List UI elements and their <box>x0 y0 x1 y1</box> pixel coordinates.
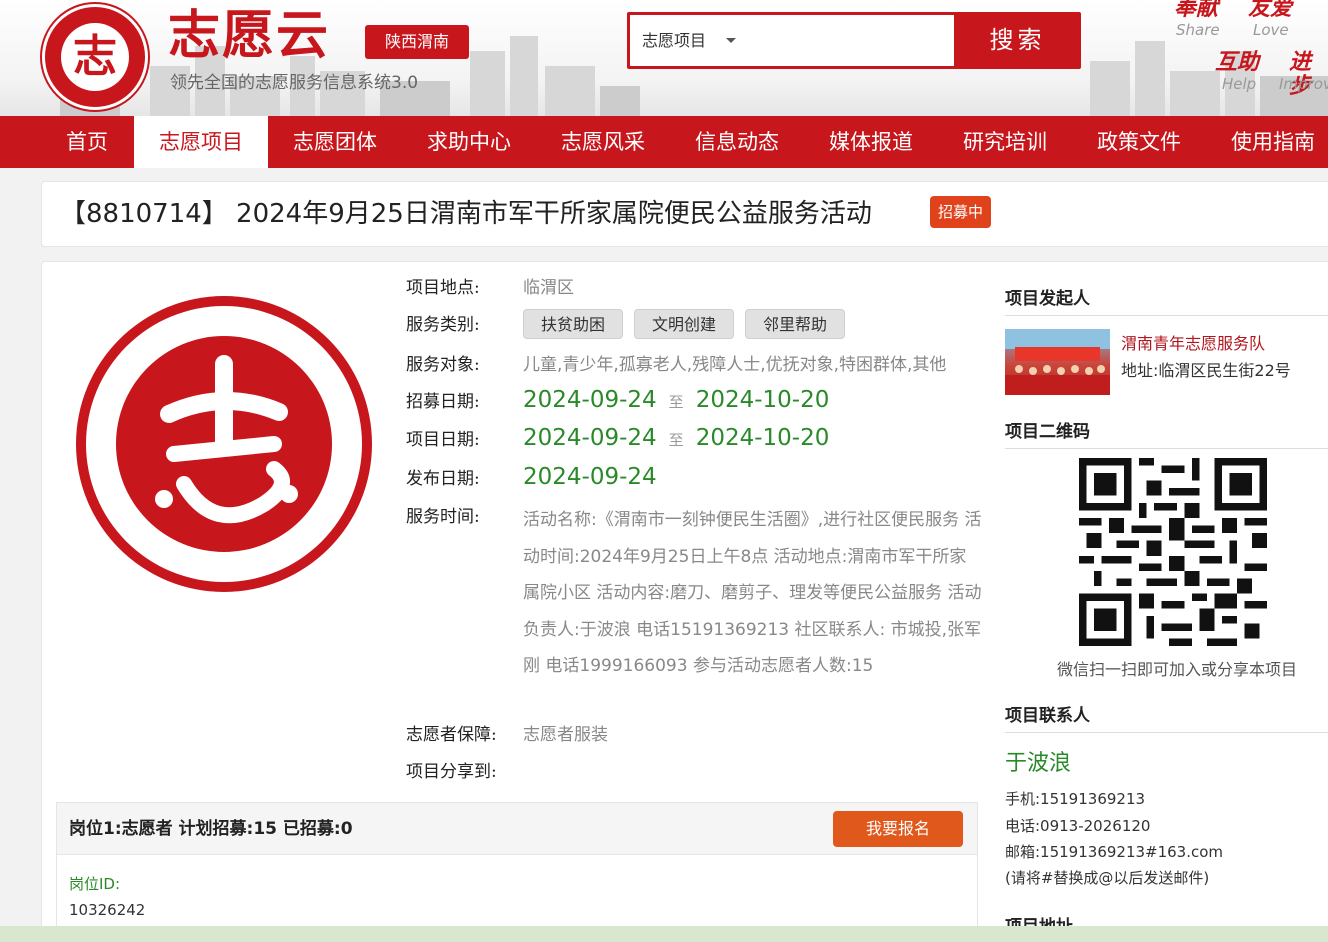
nav-help-center[interactable]: 求助中心 <box>402 116 536 168</box>
nav-showcase[interactable]: 志愿风采 <box>536 116 670 168</box>
field-label: 项目地点: <box>406 278 480 298</box>
location-value[interactable]: 临渭区 <box>523 276 574 300</box>
project-detail-card: 项目地点: 临渭区 服务类别: 扶贫助困 文明创建 邻里帮助 服务对象: 儿童,青少… <box>41 261 1328 942</box>
recruit-start-date: 2024-09-24 <box>523 387 657 413</box>
category-tag[interactable]: 文明创建 <box>634 309 735 339</box>
field-label: 服务对象: <box>406 355 480 375</box>
site-logo[interactable]: 志 <box>42 4 148 110</box>
field-label: 服务类别: <box>406 315 480 335</box>
position-card: 岗位1:志愿者 计划招募:15 已招募:0 我要报名 岗位ID: 1032624… <box>56 802 978 942</box>
project-start-date: 2024-09-24 <box>523 425 657 451</box>
contact-title: 项目联系人 <box>1005 706 1090 726</box>
qr-code <box>1079 458 1267 646</box>
date-separator: 至 <box>668 431 684 449</box>
category-tag[interactable]: 邻里帮助 <box>745 309 846 339</box>
project-title: 【8810714】 2024年9月25日渭南市军干所家属院便民公益服务活动 <box>60 199 872 229</box>
nav-media[interactable]: 媒体报道 <box>804 116 938 168</box>
slogan-improve-en: Improve <box>1279 75 1328 93</box>
logo-character: 志 <box>73 31 117 82</box>
project-end-date: 2024-10-20 <box>695 425 830 451</box>
qr-caption: 微信扫一扫即可加入或分享本项目 <box>1056 660 1297 679</box>
email-note: (请将#替换成@以后发送邮件) <box>1005 869 1210 887</box>
slogan-share-en: Share <box>1176 21 1220 39</box>
page: 志 志愿云 领先全国的志愿服务信息系统3.0 陕西渭南 志愿项目 搜索 奉献 S… <box>0 0 1328 942</box>
contact-phone: 手机:15191369213 <box>1005 790 1146 808</box>
target-value: 儿童,青少年,孤寡老人,残障人士,优抚对象,特困群体,其他 <box>523 355 947 375</box>
divider <box>1005 315 1328 316</box>
divider <box>1005 448 1328 449</box>
nav-home[interactable]: 首页 <box>40 116 134 168</box>
brand-name[interactable]: 志愿云 <box>168 4 330 68</box>
nav-news[interactable]: 信息动态 <box>670 116 804 168</box>
field-label: 项目分享到: <box>406 762 497 782</box>
project-title-bar: 【8810714】 2024年9月25日渭南市军干所家属院便民公益服务活动 招募… <box>41 181 1328 247</box>
position-id: 10326242 <box>69 901 146 919</box>
slogan-love-en: Love <box>1253 21 1289 39</box>
service-description: 活动名称:《渭南市一刻钟便民生活圈》,进行社区便民服务 活动时间:2024年9月… <box>523 510 982 676</box>
slogan-share: 奉献 <box>1174 0 1219 21</box>
recruit-end-date: 2024-10-20 <box>695 387 830 413</box>
status-badge: 招募中 <box>930 196 991 228</box>
nav-training[interactable]: 研究培训 <box>938 116 1072 168</box>
org-name-link[interactable]: 渭南青年志愿服务队 <box>1121 330 1265 354</box>
region-switch-button[interactable]: 陕西渭南 <box>365 25 469 59</box>
date-separator: 至 <box>668 393 684 411</box>
field-label: 服务时间: <box>406 507 480 527</box>
slogan-help: 互助 <box>1215 49 1260 75</box>
org-address: 地址:临渭区民生街22号 <box>1121 361 1291 380</box>
nav-policy[interactable]: 政策文件 <box>1072 116 1206 168</box>
search-button[interactable]: 搜索 <box>954 12 1081 69</box>
position-header: 岗位1:志愿者 计划招募:15 已招募:0 我要报名 <box>57 803 977 855</box>
nav-projects[interactable]: 志愿项目 <box>134 116 268 168</box>
main-nav: 首页 志愿项目 志愿团体 求助中心 志愿风采 信息动态 媒体报道 研究培训 政策… <box>0 116 1328 168</box>
field-label: 招募日期: <box>406 392 480 412</box>
field-label: 志愿者保障: <box>406 725 497 745</box>
signup-button[interactable]: 我要报名 <box>833 811 963 847</box>
search-bar: 志愿项目 搜索 <box>627 12 1081 69</box>
divider <box>1005 732 1328 733</box>
field-label: 发布日期: <box>406 469 480 489</box>
guarantee-value: 志愿者服装 <box>523 725 608 745</box>
chevron-down-icon <box>726 38 736 43</box>
qr-title: 项目二维码 <box>1005 422 1090 442</box>
nav-guide[interactable]: 使用指南 <box>1206 116 1328 168</box>
search-category-select[interactable]: 志愿项目 <box>642 15 706 66</box>
field-label: 项目日期: <box>406 430 480 450</box>
contact-tel: 电话:0913-2026120 <box>1005 817 1151 835</box>
china-volunteer-service-logo <box>76 296 372 592</box>
contact-email: 邮箱:15191369213#163.com <box>1005 843 1224 861</box>
initiator-title: 项目发起人 <box>1005 289 1090 309</box>
search-input[interactable]: 志愿项目 <box>630 15 954 66</box>
slogan-help-en: Help <box>1222 75 1257 93</box>
nav-groups[interactable]: 志愿团体 <box>268 116 402 168</box>
category-tag[interactable]: 扶贫助困 <box>523 309 624 339</box>
site-header: 志 志愿云 领先全国的志愿服务信息系统3.0 陕西渭南 志愿项目 搜索 奉献 S… <box>0 0 1328 116</box>
position-id-label: 岗位ID: <box>69 875 121 893</box>
position-summary: 岗位1:志愿者 计划招募:15 已招募:0 <box>69 819 353 839</box>
brand-subtitle: 领先全国的志愿服务信息系统3.0 <box>170 73 419 93</box>
footer-band <box>0 926 1328 942</box>
publish-date: 2024-09-24 <box>523 464 657 490</box>
contact-name: 于波浪 <box>1005 751 1072 776</box>
slogan-love: 友爱 <box>1248 0 1293 21</box>
org-photo[interactable] <box>1005 329 1110 395</box>
